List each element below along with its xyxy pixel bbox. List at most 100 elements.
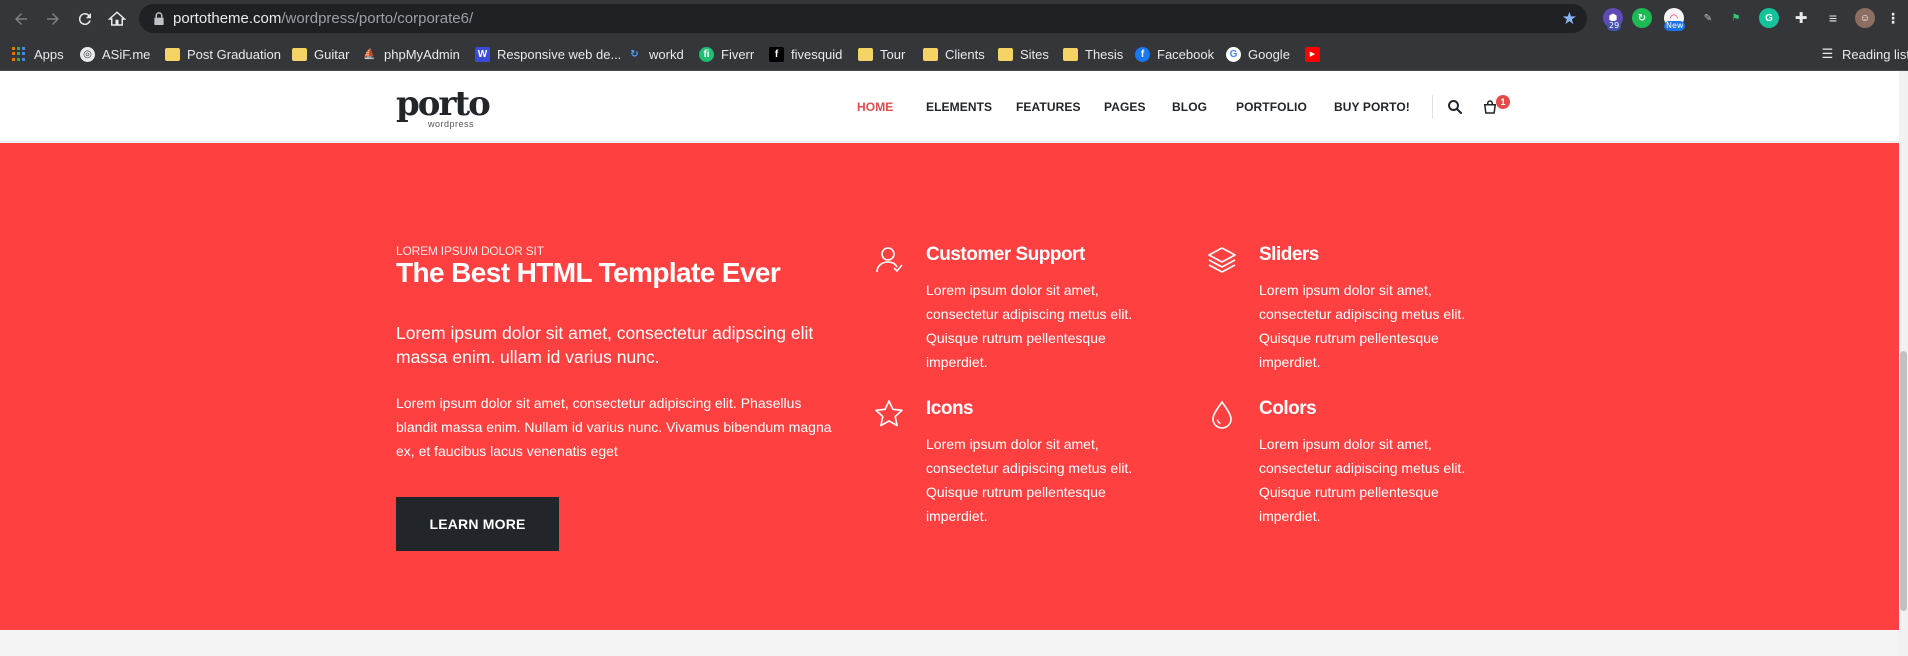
- reading-list-button[interactable]: ☰ Reading list: [1820, 43, 1908, 65]
- home-button[interactable]: [105, 7, 129, 31]
- bookmark-star-icon[interactable]: ★: [1562, 9, 1577, 29]
- bookmark-guitar[interactable]: Guitar: [292, 43, 349, 65]
- browser-window: portotheme.com/wordpress/porto/corporate…: [0, 0, 1908, 656]
- bookmark-workd[interactable]: ↻ workd: [627, 43, 684, 65]
- w-icon: W: [475, 46, 490, 62]
- hero-eyebrow: LOREM IPSUM DOLOR SIT: [396, 244, 544, 258]
- bookmark-fiverr[interactable]: fi Fiverr: [699, 43, 754, 65]
- apps-grid-icon: [12, 46, 27, 62]
- page-scrollbar[interactable]: [1899, 71, 1908, 656]
- porto-logo[interactable]: porto wordpress: [396, 84, 491, 133]
- bookmark-asif[interactable]: ◎ ASiF.me: [80, 43, 150, 65]
- nav-home[interactable]: HOME: [857, 100, 893, 114]
- feature-title: Icons: [926, 398, 974, 419]
- globe-icon: ◎: [80, 46, 95, 62]
- nav-features[interactable]: FEATURES: [1016, 100, 1081, 114]
- bookmark-phpmyadmin[interactable]: ⛵ phpMyAdmin: [362, 43, 460, 65]
- nav-elements[interactable]: ELEMENTS: [926, 100, 992, 114]
- home-icon: [108, 11, 126, 26]
- bookmark-label: Facebook: [1157, 46, 1215, 62]
- lock-icon: [154, 12, 164, 25]
- folder-icon: [1063, 47, 1078, 61]
- bookmark-sites[interactable]: Sites: [998, 43, 1049, 65]
- feature-text: Lorem ipsum dolor sit amet, consectetur …: [926, 436, 1133, 524]
- cart-count-badge: 1: [1496, 95, 1510, 109]
- bookmark-label: Guitar: [314, 46, 350, 62]
- extension-5-icon[interactable]: ⚑: [1726, 8, 1746, 28]
- bookmark-post-graduation[interactable]: Post Graduation: [165, 43, 281, 65]
- header-divider: [1432, 95, 1433, 119]
- learn-more-button[interactable]: LEARN MORE: [396, 497, 559, 551]
- url-text[interactable]: portotheme.com/wordpress/porto/corporate…: [173, 10, 473, 27]
- youtube-icon: ▶: [1305, 46, 1320, 62]
- arrow-left-icon: [15, 13, 27, 25]
- kebab-menu-icon[interactable]: ⋮: [1883, 8, 1903, 28]
- media-queue-icon[interactable]: ≡: [1823, 8, 1843, 28]
- reload-icon: [78, 13, 91, 26]
- address-bar[interactable]: portotheme.com/wordpress/porto/corporate…: [139, 4, 1587, 33]
- extension-3-badge: New: [1664, 21, 1686, 31]
- puzzle-icon[interactable]: ✚: [1791, 8, 1811, 28]
- folder-icon: [292, 47, 307, 61]
- bookmark-thesis[interactable]: Thesis: [1063, 43, 1123, 65]
- bookmark-label: Responsive web de...: [497, 46, 622, 62]
- browser-toolbar: portotheme.com/wordpress/porto/corporate…: [0, 0, 1908, 37]
- avatar[interactable]: ☺: [1855, 8, 1875, 28]
- bookmark-label: Fiverr: [721, 46, 755, 62]
- feature-title: Customer Support: [926, 244, 1085, 265]
- reading-list-label: Reading list: [1842, 46, 1908, 62]
- extension-4-icon[interactable]: ✎: [1698, 8, 1718, 28]
- bookmark-label: ASiF.me: [102, 46, 151, 62]
- folder-icon: [165, 47, 180, 61]
- feature-title: Sliders: [1259, 244, 1319, 265]
- bookmark-label: Tour: [880, 46, 906, 62]
- bookmark-label: fivesquid: [791, 46, 843, 62]
- bookmark-facebook[interactable]: f Facebook: [1135, 43, 1214, 65]
- fivesquid-icon: f: [769, 46, 784, 62]
- phpmyadmin-icon: ⛵: [362, 46, 377, 62]
- feature-title: Colors: [1259, 398, 1317, 419]
- bookmark-youtube[interactable]: ▶: [1305, 43, 1327, 65]
- url-host: portotheme.com: [173, 10, 282, 27]
- bookmark-label: Clients: [945, 46, 985, 62]
- feature-text: Lorem ipsum dolor sit amet, consectetur …: [1259, 436, 1466, 524]
- hero-body-text: Lorem ipsum dolor sit amet, consectetur …: [396, 395, 832, 459]
- drop-icon: [1212, 400, 1232, 429]
- reload-button[interactable]: [73, 7, 97, 31]
- back-button[interactable]: [9, 7, 33, 31]
- logo-subtitle: wordpress: [428, 119, 475, 129]
- star-icon: [875, 400, 903, 427]
- arrow-right-icon: [47, 13, 59, 25]
- feature-text: Lorem ipsum dolor sit amet, consectetur …: [926, 282, 1133, 370]
- bookmark-apps[interactable]: Apps: [12, 43, 64, 65]
- nav-blog[interactable]: BLOG: [1172, 100, 1207, 114]
- bookmark-responsive-web[interactable]: W Responsive web de...: [475, 43, 621, 65]
- bookmark-fivesquid[interactable]: f fivesquid: [769, 43, 842, 65]
- bookmark-label: Post Graduation: [187, 46, 281, 62]
- extension-1-badge: 29: [1607, 21, 1622, 31]
- search-icon[interactable]: [1446, 98, 1464, 116]
- forward-button[interactable]: [41, 7, 65, 31]
- reading-list-icon: ☰: [1820, 46, 1835, 62]
- bookmark-label: Thesis: [1085, 46, 1124, 62]
- bookmark-clients[interactable]: Clients: [923, 43, 985, 65]
- hero-section: LOREM IPSUM DOLOR SIT The Best HTML Temp…: [0, 143, 1908, 630]
- bookmark-label: Apps: [34, 46, 64, 62]
- bookmark-label: phpMyAdmin: [384, 46, 460, 62]
- extension-2-icon[interactable]: ↻: [1632, 8, 1652, 28]
- folder-icon: [923, 47, 938, 61]
- bookmark-label: workd: [649, 46, 684, 62]
- bookmark-tour[interactable]: Tour: [858, 43, 905, 65]
- fiverr-icon: fi: [699, 46, 714, 62]
- next-section: [0, 630, 1908, 656]
- url-path: /wordpress/porto/corporate6/: [281, 10, 474, 27]
- logo-wordmark: porto: [396, 84, 491, 124]
- facebook-icon: f: [1135, 46, 1150, 62]
- bookmark-google[interactable]: G Google: [1226, 43, 1290, 65]
- grammarly-icon[interactable]: G: [1759, 8, 1779, 28]
- nav-portfolio[interactable]: PORTFOLIO: [1236, 100, 1307, 114]
- nav-buy-porto[interactable]: BUY PORTO!: [1334, 100, 1410, 114]
- nav-pages[interactable]: PAGES: [1104, 100, 1146, 114]
- bookmark-label: Google: [1248, 46, 1290, 62]
- scrollbar-thumb[interactable]: [1900, 351, 1907, 611]
